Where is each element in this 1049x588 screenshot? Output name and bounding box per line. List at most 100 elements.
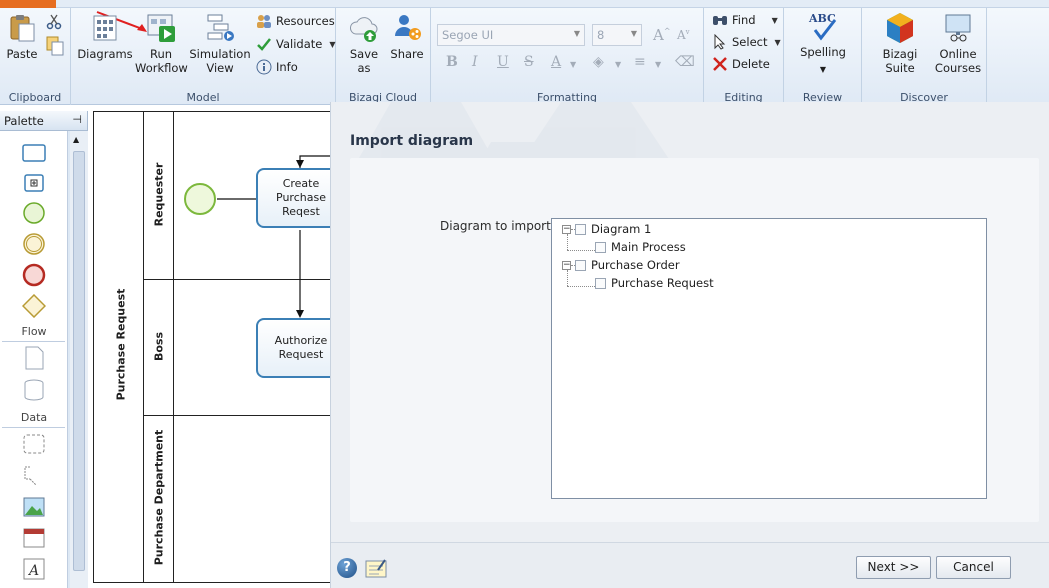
title-strip bbox=[0, 0, 1049, 8]
review-group: ABC Spelling ▼ Review bbox=[784, 8, 862, 105]
save-as-button[interactable]: Save as bbox=[342, 12, 386, 75]
dialog-body: Import diagram Diagram to import: − Diag… bbox=[331, 102, 1049, 542]
font-family-select[interactable]: Segoe UI ▼ bbox=[437, 24, 585, 46]
diagram-tree[interactable]: − Diagram 1 Main Process − Purchase Orde… bbox=[551, 218, 987, 499]
select-dropdown-icon[interactable]: ▼ bbox=[774, 38, 780, 47]
discover-group: Bizagi Suite Online Courses Discover bbox=[862, 8, 987, 105]
bizagi-suite-button[interactable]: Bizagi Suite bbox=[868, 12, 932, 75]
collapse-icon[interactable]: − bbox=[562, 260, 571, 270]
align-icon[interactable]: ≡ bbox=[634, 54, 646, 70]
online-courses-icon bbox=[945, 14, 971, 42]
tree-node-purchase-order[interactable]: − Purchase Order bbox=[562, 257, 680, 273]
checkbox[interactable] bbox=[575, 223, 586, 235]
bizagi-suite-logo-icon bbox=[887, 13, 913, 43]
paste-button[interactable]: Paste bbox=[4, 12, 40, 61]
gateway-icon[interactable] bbox=[22, 294, 46, 318]
palette-section-flow: Flow bbox=[21, 325, 47, 338]
ribbon: Paste Clipboard Diagrams Run Workflow Si… bbox=[0, 0, 1049, 105]
notes-icon[interactable] bbox=[365, 558, 387, 578]
end-event-icon[interactable] bbox=[22, 263, 46, 287]
underline-icon[interactable]: U bbox=[497, 54, 509, 70]
task-label-line: Purchase bbox=[276, 191, 326, 204]
spelling-dropdown-icon[interactable]: ▼ bbox=[796, 63, 850, 77]
checkbox[interactable] bbox=[595, 241, 606, 253]
share-button[interactable]: Share bbox=[388, 12, 426, 61]
clipboard-group: Paste Clipboard bbox=[0, 8, 71, 105]
palette-scroll-thumb[interactable] bbox=[73, 151, 85, 571]
diagrams-button[interactable]: Diagrams bbox=[77, 12, 133, 61]
share-icon bbox=[395, 15, 421, 40]
align-dropdown-icon[interactable]: ▼ bbox=[655, 60, 661, 69]
validate-button[interactable]: Validate ▼ bbox=[256, 36, 336, 52]
delete-button[interactable]: Delete bbox=[712, 56, 770, 72]
info-icon bbox=[256, 59, 272, 75]
font-size-select[interactable]: 8 ▼ bbox=[592, 24, 642, 46]
cloud-save-icon bbox=[350, 17, 378, 42]
palette-section-data: Data bbox=[20, 411, 48, 424]
model-group: Diagrams Run Workflow Simulation View Re… bbox=[71, 8, 336, 105]
fill-color-icon[interactable]: ◈ bbox=[593, 54, 604, 70]
lane-header-purchase-department: Purchase Department bbox=[144, 416, 174, 582]
data-store-icon[interactable] bbox=[22, 378, 46, 402]
find-button[interactable]: Find ▼ bbox=[712, 12, 778, 28]
font-size-dropdown-icon: ▼ bbox=[630, 29, 637, 38]
tree-node-main-process[interactable]: Main Process bbox=[595, 239, 686, 255]
pin-icon[interactable]: ⊣ bbox=[72, 113, 82, 126]
cursor-icon bbox=[714, 34, 726, 50]
validate-dropdown-icon[interactable]: ▼ bbox=[329, 40, 335, 49]
image-shape-icon[interactable] bbox=[22, 495, 46, 519]
collapse-icon[interactable]: − bbox=[562, 224, 571, 234]
annotation-shape-icon[interactable] bbox=[22, 464, 46, 488]
header-shape-icon[interactable] bbox=[22, 526, 46, 550]
help-icon[interactable]: ? bbox=[337, 558, 357, 578]
tree-node-purchase-request[interactable]: Purchase Request bbox=[595, 275, 714, 291]
tree-node-diagram-1[interactable]: − Diagram 1 bbox=[562, 221, 651, 237]
palette-items: Flow Data A bbox=[0, 131, 68, 588]
paste-icon bbox=[10, 15, 35, 42]
next-button[interactable]: Next >> bbox=[856, 556, 931, 579]
lane-label-purchase-department: Purchase Department bbox=[152, 429, 166, 566]
file-tab[interactable] bbox=[0, 0, 56, 8]
simulation-view-button[interactable]: Simulation View bbox=[189, 12, 251, 75]
start-event[interactable] bbox=[183, 182, 217, 216]
clear-format-icon[interactable]: ⌫ bbox=[675, 54, 695, 70]
start-event-icon[interactable] bbox=[22, 201, 46, 225]
pool-label: Purchase Request bbox=[114, 288, 128, 401]
italic-icon[interactable]: I bbox=[472, 54, 478, 70]
resources-button[interactable]: Resources bbox=[256, 13, 335, 29]
simulation-view-icon bbox=[207, 14, 234, 41]
font-color-icon[interactable]: A bbox=[551, 54, 561, 70]
cancel-button[interactable]: Cancel bbox=[936, 556, 1011, 579]
scroll-up-icon[interactable]: ▲ bbox=[73, 135, 79, 144]
editing-group: Find ▼ Select ▼ Delete Editing bbox=[704, 8, 784, 105]
select-button[interactable]: Select ▼ bbox=[712, 34, 781, 50]
task-label-line: Reqest bbox=[282, 205, 320, 218]
online-courses-button[interactable]: Online Courses bbox=[932, 12, 984, 75]
diagrams-icon bbox=[93, 15, 117, 41]
import-diagram-dialog: Import diagram Diagram to import: − Diag… bbox=[330, 102, 1049, 588]
spelling-check-icon: ABC bbox=[808, 12, 837, 41]
copy-icon[interactable] bbox=[46, 36, 64, 56]
checkbox[interactable] bbox=[595, 277, 606, 289]
subprocess-shape-icon[interactable] bbox=[22, 171, 46, 195]
group-shape-icon[interactable] bbox=[22, 432, 46, 456]
bold-icon[interactable]: B bbox=[446, 54, 458, 70]
pool[interactable]: Purchase Request Requester Boss Purchase… bbox=[93, 111, 354, 583]
task-label-line: Request bbox=[278, 348, 324, 361]
cut-icon[interactable] bbox=[46, 14, 62, 30]
font-color-dropdown-icon[interactable]: ▼ bbox=[570, 60, 576, 69]
info-button[interactable]: Info bbox=[256, 59, 298, 75]
data-object-icon[interactable] bbox=[22, 346, 46, 370]
text-shape-icon[interactable]: A bbox=[22, 557, 46, 581]
checkbox[interactable] bbox=[575, 259, 586, 271]
run-workflow-button[interactable]: Run Workflow bbox=[135, 12, 188, 75]
fill-color-dropdown-icon[interactable]: ▼ bbox=[615, 60, 621, 69]
intermediate-event-icon[interactable] bbox=[22, 232, 46, 256]
find-dropdown-icon[interactable]: ▼ bbox=[772, 16, 778, 25]
strikethrough-icon[interactable]: S bbox=[524, 54, 534, 70]
grow-font-icon[interactable]: A^ bbox=[653, 26, 671, 44]
palette-scrollbar[interactable]: ▲ bbox=[70, 131, 88, 588]
spelling-button[interactable]: ABC Spelling ▼ bbox=[796, 10, 850, 77]
task-shape-icon[interactable] bbox=[22, 141, 46, 165]
shrink-font-icon[interactable]: Av bbox=[677, 28, 690, 42]
